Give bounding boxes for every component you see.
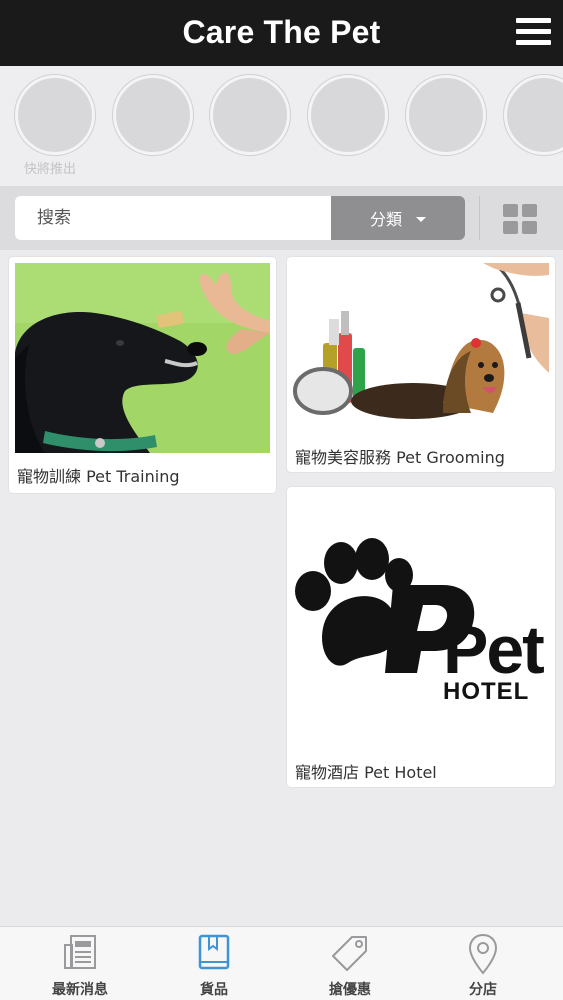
hamburger-menu-icon[interactable] [516,17,551,47]
product-card-training[interactable]: 寵物訓練 Pet Training [9,257,276,493]
grid-view-icon[interactable] [503,204,537,234]
tab-label: 最新消息 [52,982,108,998]
story-circle[interactable] [504,75,563,155]
pet-hotel-logo-text: Pet [443,612,544,688]
product-name: 寵物訓練 Pet Training [17,467,180,486]
dog-grooming-photo [293,263,549,433]
story-circle[interactable] [406,75,486,155]
story-strip: 快將推出 [0,66,563,186]
pet-hotel-logo: Pet HOTEL [293,493,549,749]
category-dropdown-button[interactable]: 分類 [331,196,465,240]
location-pin-icon [468,933,498,975]
product-name: 寵物酒店 Pet Hotel [295,763,437,782]
product-card-grooming[interactable]: 寵物美容服務 Pet Grooming [287,257,555,472]
product-name: 寵物美容服務 Pet Grooming [295,448,505,467]
divider [479,196,480,240]
app-title: Care The Pet [182,14,381,50]
story-circle[interactable] [113,75,193,155]
search-bar: 分類 [0,186,563,250]
tag-icon [332,936,367,971]
category-label: 分類 [369,210,402,229]
caret-down-icon [416,216,426,222]
tab-label: 搶優惠 [329,982,371,998]
pet-hotel-logo-subtext: HOTEL [443,678,529,705]
tab-label: 分店 [469,982,497,998]
story-circle[interactable] [308,75,388,155]
story-circle[interactable] [210,75,290,155]
dog-training-photo [15,263,270,453]
product-card-hotel[interactable]: Pet HOTEL 寵物酒店 Pet Hotel [287,487,555,787]
book-icon [198,934,230,970]
story-label: 快將推出 [24,162,77,177]
bottom-tab-bar: 最新消息 貨品 搶優惠 分店 [0,926,563,1000]
tab-news[interactable]: 最新消息 [10,927,150,1000]
tab-branches[interactable]: 分店 [413,927,553,1000]
story-circle[interactable] [15,75,95,155]
tab-label: 貨品 [200,982,228,998]
search-input[interactable] [15,196,331,240]
tab-deals[interactable]: 搶優惠 [280,927,420,1000]
newspaper-icon [64,935,96,969]
tab-products[interactable]: 貨品 [144,927,284,1000]
top-bar: Care The Pet [0,0,563,66]
